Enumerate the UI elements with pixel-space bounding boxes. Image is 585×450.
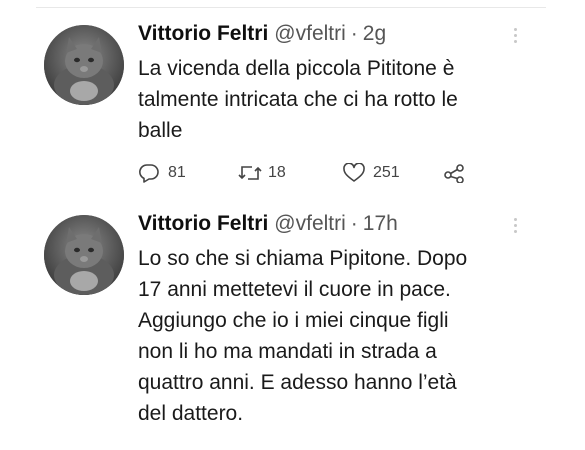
- top-divider: [36, 7, 546, 8]
- more-vertical-icon[interactable]: [513, 28, 519, 48]
- retweet-icon: [238, 166, 262, 180]
- avatar[interactable]: [44, 25, 124, 105]
- author-name[interactable]: Vittorio Feltri: [138, 212, 268, 235]
- tweet[interactable]: Vittorio Feltri @vfeltri · 2g La vicenda de…: [0, 15, 585, 195]
- share-icon: [444, 164, 464, 183]
- tweet-header: Vittorio Feltri @vfeltri · 2g: [138, 21, 386, 47]
- separator-dot: ·: [350, 22, 358, 45]
- author-handle[interactable]: @vfeltri: [274, 212, 346, 235]
- tweet-header: Vittorio Feltri @vfeltri · 17h: [138, 211, 398, 237]
- retweet-count: 18: [268, 164, 286, 181]
- separator-dot: ·: [350, 212, 358, 235]
- tweet-text: La vicenda della piccola Pititone è talm…: [138, 57, 458, 142]
- author-name[interactable]: Vittorio Feltri: [138, 22, 268, 45]
- timestamp[interactable]: 17h: [363, 212, 398, 235]
- reply-icon: [139, 164, 159, 183]
- timestamp[interactable]: 2g: [363, 22, 386, 45]
- avatar[interactable]: [44, 215, 124, 295]
- like-count: 251: [373, 164, 400, 181]
- author-handle[interactable]: @vfeltri: [274, 22, 346, 45]
- reply-count: 81: [168, 164, 186, 181]
- heart-icon: [343, 163, 365, 182]
- tweet-text: Lo so che si chiama Pipitone. Dopo 17 an…: [138, 247, 468, 425]
- more-vertical-icon[interactable]: [513, 218, 519, 238]
- tweet[interactable]: Vittorio Feltri @vfeltri · 17h Lo so che si…: [0, 205, 585, 450]
